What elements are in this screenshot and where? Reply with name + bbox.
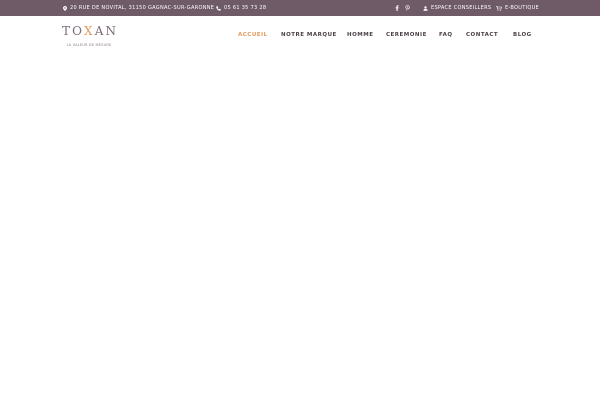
phone-icon [216, 5, 221, 11]
main-header: T O X A N LA VALEUR DE MESURE ACCUEIL NO… [0, 16, 600, 54]
nav-item-notre-marque[interactable]: NOTRE MARQUE [281, 32, 337, 38]
logo-tagline: LA VALEUR DE MESURE [66, 43, 112, 47]
logo-letter: X [84, 24, 93, 38]
page-content [0, 54, 600, 400]
eboutique-link[interactable]: E-BOUTIQUE [496, 0, 539, 16]
phone-text[interactable]: 05 61 35 73 28 [224, 5, 266, 11]
address-info: 20 RUE DE NOVITAL, 31150 GAGNAC-SUR-GARO… [63, 0, 214, 16]
phone-info[interactable]: 05 61 35 73 28 [216, 0, 266, 16]
nav-item-faq[interactable]: FAQ [439, 32, 453, 38]
cart-icon [496, 5, 502, 11]
top-info-bar: 20 RUE DE NOVITAL, 31150 GAGNAC-SUR-GARO… [0, 0, 600, 16]
facebook-icon[interactable] [395, 5, 399, 11]
logo-letter: T [62, 24, 71, 38]
nav-item-contact[interactable]: CONTACT [466, 32, 498, 38]
facebook-link[interactable] [395, 0, 402, 16]
address-text: 20 RUE DE NOVITAL, 31150 GAGNAC-SUR-GARO… [70, 5, 215, 11]
user-icon [423, 5, 428, 11]
logo-letter: N [105, 24, 116, 38]
nav-item-ceremonie[interactable]: CEREMONIE [386, 32, 427, 38]
logo-letter: A [94, 24, 104, 38]
espace-conseillers-link[interactable]: ESPACE CONSEILLERS [423, 0, 491, 16]
nav-item-accueil[interactable]: ACCUEIL [238, 32, 268, 38]
eboutique-label[interactable]: E-BOUTIQUE [505, 5, 539, 11]
pinterest-icon[interactable] [405, 5, 410, 11]
toxan-logo[interactable]: T O X A N LA VALEUR DE MESURE [62, 21, 116, 51]
nav-item-homme[interactable]: HOMME [347, 32, 373, 38]
pinterest-link[interactable] [405, 0, 413, 16]
espace-conseillers-label[interactable]: ESPACE CONSEILLERS [431, 5, 491, 11]
logo-letter: O [72, 24, 82, 38]
logo-wordmark: T O X A N [62, 21, 116, 41]
nav-item-blog[interactable]: BLOG [513, 32, 532, 38]
map-pin-icon [63, 5, 67, 11]
